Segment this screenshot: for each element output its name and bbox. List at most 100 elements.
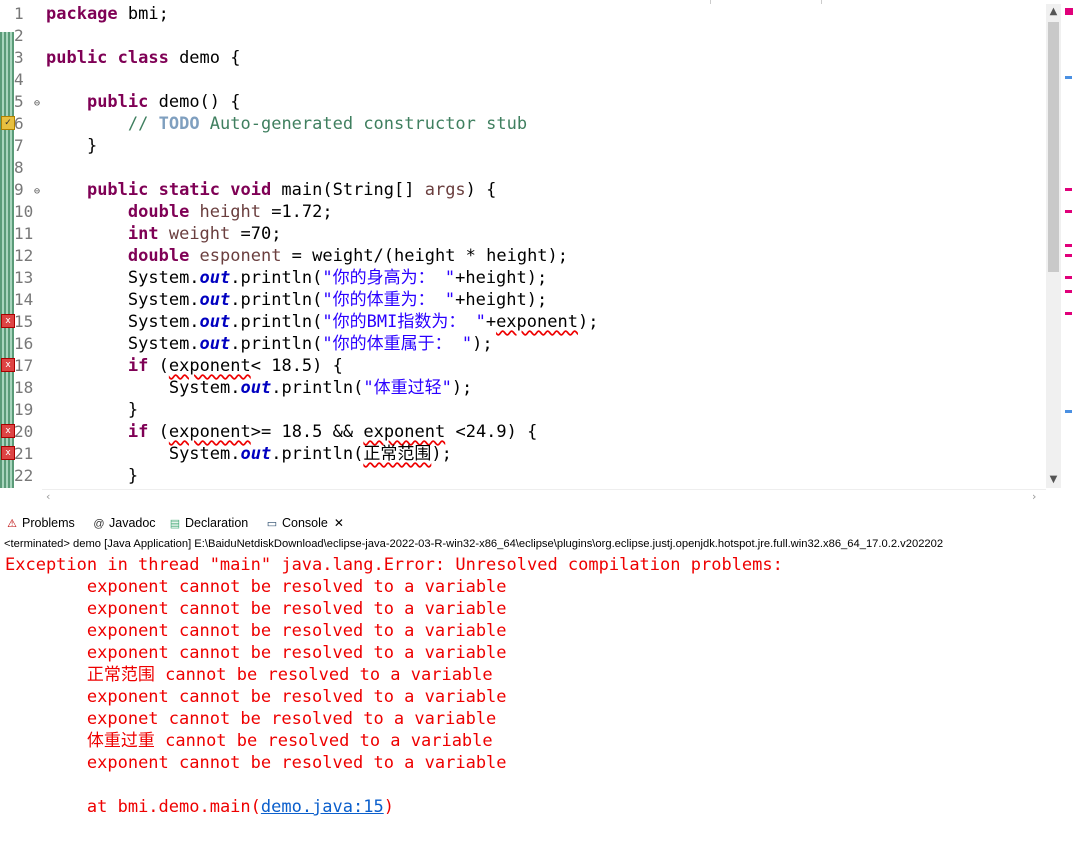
overview-error-marker[interactable] [1065, 244, 1072, 247]
error-marker-icon[interactable]: x [1, 358, 15, 372]
tab-javadoc[interactable]: @ Javadoc [92, 512, 155, 534]
console-line: Exception in thread "main" java.lang.Err… [5, 555, 794, 575]
code-text: bmi; [117, 4, 169, 24]
overview-task-marker[interactable] [1065, 76, 1072, 79]
line-number: 18 [14, 378, 34, 397]
variable: height [189, 202, 261, 222]
console-status-line: <terminated> demo [Java Application] E:\… [4, 538, 944, 550]
line-number: 13 [14, 268, 34, 287]
horizontal-scrollbar[interactable]: ‹ › [42, 489, 1046, 504]
static-field: out [199, 268, 231, 288]
scroll-left-icon[interactable]: ‹ [46, 490, 50, 503]
problems-icon: ⚠ [7, 517, 17, 530]
code-editor[interactable]: ✓ x x x x 1 2 3 4 5 ⊖ 6 7 8 9 ⊖ 10 11 12 1… [0, 0, 1092, 506]
code-text-area[interactable]: package bmi; public class demo { public … [46, 3, 598, 487]
error-identifier[interactable]: exponent [363, 422, 445, 442]
string-literal: "你的体重为： " [322, 290, 456, 310]
error-marker-icon[interactable]: x [1, 314, 15, 328]
code-text: System. [127, 334, 200, 354]
code-text: =70; [230, 224, 282, 244]
error-identifier[interactable]: exponent [496, 312, 578, 332]
console-output[interactable]: Exception in thread "main" java.lang.Err… [5, 554, 793, 818]
console-error-text: exponent cannot be resolved to a variabl… [86, 599, 507, 619]
scroll-down-icon[interactable]: ▼ [1046, 472, 1061, 487]
static-field: out [199, 334, 231, 354]
error-marker-icon[interactable]: x [1, 424, 15, 438]
code-text: main(String[] [271, 180, 425, 200]
keyword: public [86, 92, 149, 112]
keyword: package [46, 4, 118, 24]
code-line: int weight =70; [46, 223, 598, 245]
code-text: ); [472, 334, 493, 354]
error-marker-icon[interactable]: x [1, 446, 15, 460]
code-text: } [86, 136, 98, 156]
code-text: System. [127, 268, 200, 288]
overview-error-marker[interactable] [1065, 254, 1072, 257]
overview-error-marker[interactable] [1065, 312, 1072, 315]
line-number: 14 [14, 290, 34, 309]
error-summary-icon[interactable] [1065, 8, 1073, 15]
scroll-up-icon[interactable]: ▲ [1046, 4, 1061, 19]
code-line: double esponent = weight/(height * heigh… [46, 245, 598, 267]
scroll-right-icon[interactable]: › [1032, 490, 1036, 503]
stack-trace-link[interactable]: demo.java:15 [261, 797, 384, 817]
stack-trace-suffix: ) [383, 797, 394, 817]
overview-error-marker[interactable] [1065, 188, 1072, 191]
tab-label: Declaration [185, 516, 249, 530]
code-text: .println( [230, 268, 323, 288]
task-marker-icon[interactable]: ✓ [1, 116, 15, 130]
editor-top-tab-edge [710, 0, 822, 4]
code-line: if (exponent< 18.5) { [46, 355, 598, 377]
change-ruler-band [0, 32, 14, 488]
console-icon: ▭ [266, 517, 278, 530]
scrollbar-thumb[interactable] [1048, 22, 1059, 272]
keyword: if [127, 422, 149, 442]
vertical-scrollbar[interactable]: ▲ ▼ [1046, 4, 1061, 488]
error-identifier[interactable]: 正常范围 [363, 444, 431, 464]
keyword: int [127, 224, 159, 244]
code-line: System.out.println("你的BMI指数为： "+exponent… [46, 311, 599, 333]
console-line: exponent cannot be resolved to a variabl… [5, 576, 793, 598]
code-line: public class demo { [46, 47, 598, 69]
line-number: 16 [14, 334, 34, 353]
code-line: package bmi; [46, 3, 598, 25]
code-line: System.out.println(正常范围); [46, 443, 598, 465]
line-number-text: 9 [14, 180, 24, 199]
console-line: 体重过重 cannot be resolved to a variable [5, 730, 793, 752]
tab-declaration[interactable]: ▤ Declaration [168, 512, 248, 534]
code-text: +height); [455, 268, 548, 288]
error-identifier[interactable]: exponent [169, 356, 251, 376]
static-field: out [240, 444, 272, 464]
code-text: System. [127, 290, 200, 310]
tab-problems[interactable]: ⚠ Problems [5, 512, 75, 534]
overview-error-marker[interactable] [1065, 290, 1072, 293]
close-icon[interactable]: ✕ [334, 516, 344, 530]
variable: esponent [189, 246, 282, 266]
code-text: ); [577, 312, 599, 332]
keyword: double [127, 246, 190, 266]
overview-ruler[interactable] [1063, 4, 1075, 488]
fold-collapse-icon[interactable]: ⊖ [34, 181, 40, 203]
line-number: 1 [14, 4, 24, 23]
console-line: exponent cannot be resolved to a variabl… [5, 686, 793, 708]
overview-error-marker[interactable] [1065, 210, 1072, 213]
line-number: 8 [14, 158, 24, 177]
overview-task-marker[interactable] [1065, 410, 1072, 413]
line-number: 3 [14, 48, 24, 67]
code-text: +height); [455, 290, 548, 310]
console-error-text: exponent cannot be resolved to a variabl… [86, 577, 507, 597]
error-identifier[interactable]: exponent [169, 422, 251, 442]
tab-console[interactable]: ▭ Console ✕ [265, 512, 344, 534]
code-line: if (exponent>= 18.5 && exponent <24.9) { [46, 421, 598, 443]
overview-error-marker[interactable] [1065, 276, 1072, 279]
comment: // [127, 114, 159, 134]
variable: args [424, 180, 466, 200]
static-field: out [240, 378, 272, 398]
code-text: System. [168, 378, 241, 398]
console-error-text: exponent cannot be resolved to a variabl… [86, 687, 507, 707]
code-line: System.out.println("体重过轻"); [46, 377, 598, 399]
fold-collapse-icon[interactable]: ⊖ [34, 93, 40, 115]
